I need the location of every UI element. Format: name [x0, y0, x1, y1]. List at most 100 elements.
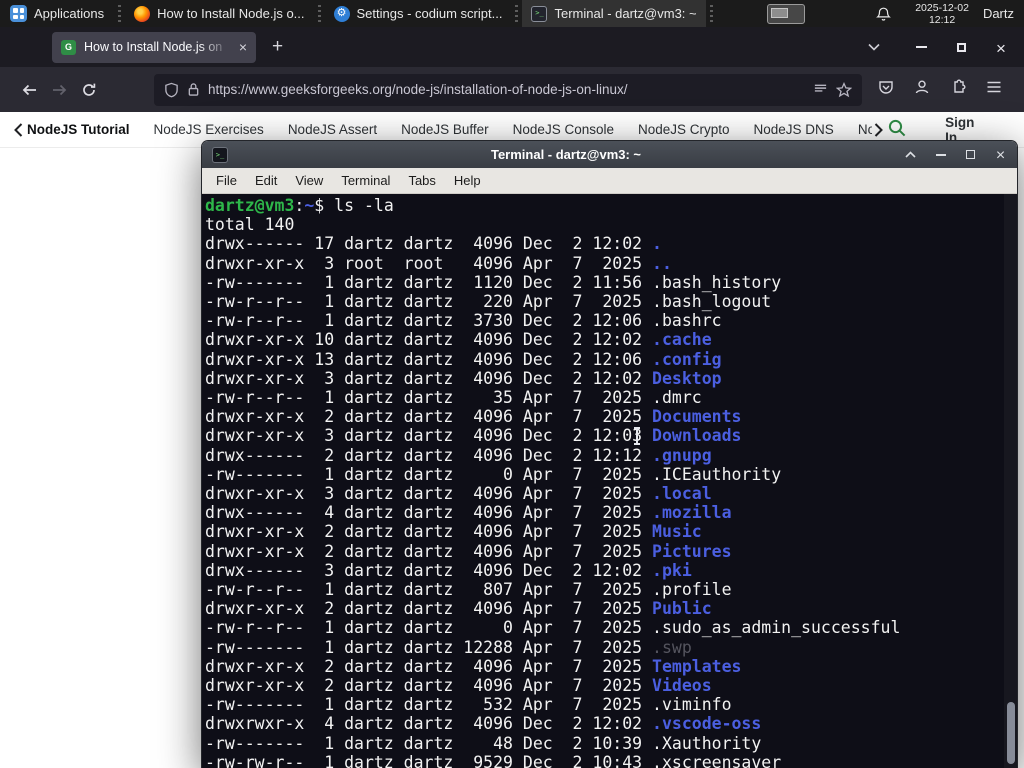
gfg-nav-item[interactable]: NodeJS Exercises — [154, 122, 264, 137]
ls-line: -rw------- 1 dartz dartz 0 Apr 7 2025 .I… — [205, 464, 782, 484]
padlock-icon[interactable] — [187, 82, 200, 97]
ls-entry-name: .. — [652, 253, 672, 273]
window-close-button[interactable]: × — [994, 40, 1008, 57]
task-separator — [709, 4, 713, 23]
ls-line: -rw-rw-r-- 1 dartz dartz 9529 Dec 2 10:4… — [205, 753, 1001, 768]
back-button-icon[interactable] — [14, 75, 44, 105]
terminal-menu-edit[interactable]: Edit — [246, 170, 286, 191]
tracking-shield-icon[interactable] — [164, 82, 179, 98]
ls-entry-name: .gnupg — [652, 445, 712, 465]
nav-scroll-right-icon[interactable] — [874, 122, 884, 137]
clock[interactable]: 2025-12-02 12:12 — [907, 2, 977, 26]
list-all-tabs-icon[interactable] — [868, 43, 880, 51]
clock-date: 2025-12-02 — [915, 1, 969, 14]
ls-line: -rw-r--r-- 1 dartz dartz 0 Apr 7 2025 .s… — [205, 618, 901, 638]
ls-entry-name: Pictures — [652, 541, 732, 561]
top-panel: Applications How to Install Node.js o...… — [0, 0, 1024, 27]
ls-entry-name: .viminfo — [652, 695, 732, 715]
terminal-menu-terminal[interactable]: Terminal — [332, 170, 399, 191]
ls-line: drwxr-xr-x 2 dartz dartz 4096 Apr 7 2025… — [205, 599, 712, 619]
firefox-icon — [134, 5, 151, 22]
applications-menu[interactable]: Applications — [0, 0, 114, 27]
user-menu[interactable]: Dartz — [977, 6, 1024, 21]
ls-line: drwxr-xr-x 2 dartz dartz 4096 Apr 7 2025… — [205, 656, 742, 676]
ls-line: -rw------- 1 dartz dartz 1120 Dec 2 11:5… — [205, 272, 782, 292]
terminal-maximize-button[interactable] — [964, 148, 977, 161]
task-separator — [515, 4, 519, 23]
desktop: How to Install Node.js on × + × — [0, 0, 1024, 768]
ls-line: -rw-r--r-- 1 dartz dartz 3730 Dec 2 12:0… — [205, 311, 722, 331]
reader-mode-icon[interactable] — [813, 83, 828, 97]
ls-entry-name: .bash_logout — [652, 292, 772, 312]
terminal-app-icon — [212, 146, 228, 163]
terminal-menu-help[interactable]: Help — [445, 170, 490, 191]
terminal-minimize-button[interactable] — [934, 148, 947, 161]
window-maximize-button[interactable] — [954, 40, 968, 54]
tab-close-icon[interactable]: × — [239, 40, 247, 54]
gfg-nav-item[interactable]: NodeJS DNS — [754, 122, 834, 137]
notification-bell-icon[interactable] — [871, 0, 895, 27]
ls-entry-name: .xscreensaver — [652, 752, 782, 768]
ls-entry-name: .bashrc — [652, 311, 722, 331]
ls-entry-name: .mozilla — [652, 503, 732, 523]
ls-entry-name: .vscode-oss — [652, 714, 762, 734]
taskbar-button[interactable]: Settings - codium script... — [325, 0, 512, 27]
ls-entry-name: .Xauthority — [652, 733, 762, 753]
gfg-nav-item[interactable]: NodeJS Assert — [288, 122, 377, 137]
search-icon[interactable] — [887, 118, 907, 141]
browser-tab[interactable]: How to Install Node.js on × — [52, 31, 256, 63]
ls-line: drwx------ 4 dartz dartz 4096 Apr 7 2025… — [205, 503, 732, 523]
menu-hamburger-icon[interactable] — [986, 80, 1002, 99]
ls-entry-name: . — [652, 234, 662, 254]
ls-line: drwxr-xr-x 2 dartz dartz 4096 Apr 7 2025… — [205, 676, 712, 696]
terminal-close-button[interactable]: × — [994, 148, 1007, 164]
url-bar[interactable]: https://www.geeksforgeeks.org/node-js/in… — [154, 73, 862, 106]
pocket-icon[interactable] — [878, 79, 894, 100]
gfg-nav-item[interactable]: NodeJS Tutorial — [27, 122, 130, 137]
task-title: Terminal - dartz@vm3: ~ — [554, 6, 697, 21]
url-text: https://www.geeksforgeeks.org/node-js/in… — [208, 82, 628, 97]
ls-line: drwx------ 17 dartz dartz 4096 Dec 2 12:… — [205, 234, 662, 254]
prompt-user-host: dartz@vm3 — [205, 196, 295, 215]
terminal-menu-file[interactable]: File — [207, 170, 246, 191]
ls-entry-name: Videos — [652, 676, 712, 696]
terminal-screen[interactable]: dartz@vm3:~$ ls -la total 140 drwx------… — [202, 194, 1017, 768]
new-tab-button[interactable]: + — [272, 36, 283, 58]
gfg-nav-item[interactable]: NodeJS Crypto — [638, 122, 730, 137]
task-separator — [317, 4, 321, 23]
ls-entry-name: Public — [652, 599, 712, 619]
taskbar-button[interactable]: Terminal - dartz@vm3: ~ — [522, 0, 706, 27]
gfg-nav-item[interactable]: Node — [858, 122, 872, 137]
reload-button-icon[interactable] — [74, 75, 104, 105]
ls-line: drwxr-xr-x 3 root root 4096 Apr 7 2025 .… — [205, 253, 672, 273]
terminal-scrollbar[interactable] — [1004, 194, 1017, 768]
ls-line: -rw-r--r-- 1 dartz dartz 220 Apr 7 2025 … — [205, 292, 772, 312]
account-icon[interactable] — [914, 79, 930, 100]
bookmark-star-icon[interactable] — [836, 81, 852, 98]
terminal-titlebar[interactable]: Terminal - dartz@vm3: ~ × — [202, 141, 1017, 168]
window-minimize-button[interactable] — [914, 40, 928, 54]
extensions-icon[interactable] — [950, 79, 966, 100]
mouse-cursor-ibeam — [634, 427, 640, 445]
ls-line: drwxr-xr-x 3 dartz dartz 4096 Apr 7 2025… — [205, 484, 712, 504]
ls-line: drwxr-xr-x 3 dartz dartz 4096 Dec 2 12:0… — [205, 368, 722, 388]
terminal-menu-view[interactable]: View — [286, 170, 332, 191]
ls-entry-name: .sudo_as_admin_successful — [652, 618, 901, 638]
workspace-switcher[interactable] — [767, 3, 806, 24]
taskbar-button[interactable]: How to Install Node.js o... — [125, 0, 313, 27]
ls-line: drwxr-xr-x 13 dartz dartz 4096 Dec 2 12:… — [205, 349, 722, 369]
terminal-window: Terminal - dartz@vm3: ~ × FileEditViewTe… — [201, 140, 1018, 768]
gfg-nav-item[interactable]: NodeJS Console — [513, 122, 614, 137]
forward-button-icon[interactable] — [44, 75, 74, 105]
ls-line: drwxr-xr-x 2 dartz dartz 4096 Apr 7 2025… — [205, 522, 702, 542]
terminal-scrollbar-thumb[interactable] — [1007, 702, 1015, 764]
ls-entry-name: .ICEauthority — [652, 464, 782, 484]
nav-scroll-left-icon[interactable] — [14, 122, 23, 137]
ls-line: drwx------ 2 dartz dartz 4096 Dec 2 12:1… — [205, 445, 712, 465]
ls-entry-name: .cache — [652, 330, 712, 350]
ls-entry-name: .pki — [652, 560, 692, 580]
terminal-shade-button[interactable] — [904, 148, 917, 161]
terminal-menu-tabs[interactable]: Tabs — [399, 170, 444, 191]
gfg-nav-item[interactable]: NodeJS Buffer — [401, 122, 489, 137]
applications-icon — [10, 5, 27, 22]
